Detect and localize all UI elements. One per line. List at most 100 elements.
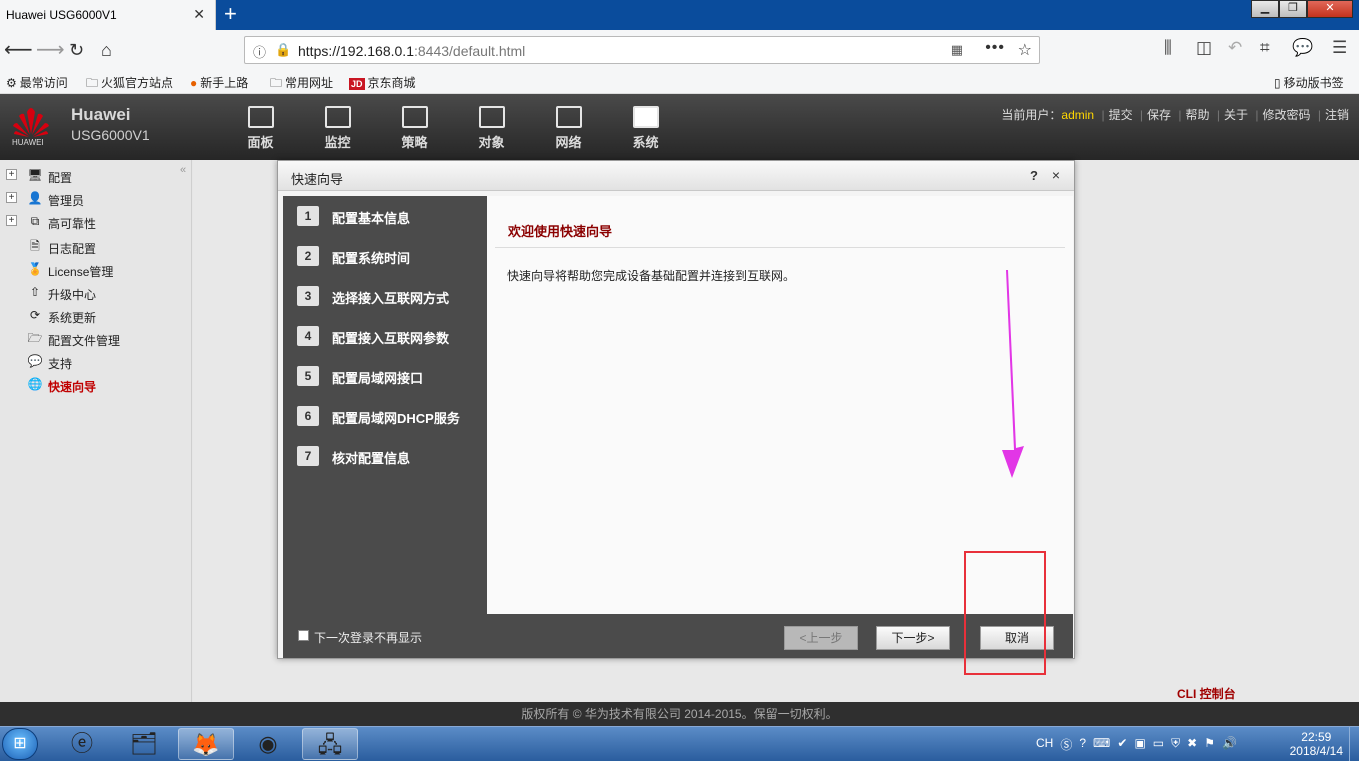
library-icon[interactable]: ⫼ [1164,38,1172,58]
cli-console-link[interactable]: CLI 控制台 [1177,685,1236,702]
browser-tab[interactable]: Huawei USG6000V1 ✕ [0,0,216,30]
bookmark-jd[interactable]: JD 京东商城 [349,74,416,91]
keyboard-icon[interactable]: ⌨ [1093,736,1110,753]
nav-policy[interactable]: 策略 [376,106,453,151]
screenshot-icon[interactable]: ⌗ [1260,38,1270,58]
show-desktop-button[interactable] [1349,727,1359,761]
sidebar-item-label: 升级中心 [48,288,97,302]
back-icon[interactable]: ⟵ [4,38,33,62]
reload-icon[interactable]: ↻ [69,38,84,62]
bookmark-star-icon[interactable]: ☆ [1018,40,1032,60]
next-button[interactable]: 下一步> [876,626,950,650]
admin-icon: 👤 [27,191,43,205]
main-nav: 面板 监控 策略 对象 网络 系统 [222,106,684,151]
maximize-icon[interactable]: ❐ [1279,0,1307,18]
chrome-icon[interactable]: ◉ [240,728,296,760]
menu-icon[interactable]: ☰ [1332,38,1347,58]
dont-show-checkbox[interactable] [298,630,309,641]
bookmark-label: 移动版书签 [1283,76,1344,90]
window-close-icon[interactable]: ✕ [1307,0,1353,18]
home-icon[interactable]: ⌂ [101,38,112,62]
collapse-sidebar-icon[interactable]: « [180,164,186,176]
firefox-taskbar-icon[interactable]: 🦊 [178,728,234,760]
logout-link[interactable]: 注销 [1325,108,1349,122]
help-tray-icon[interactable]: ? [1079,736,1086,753]
monitor-tray-icon[interactable]: ▭ [1153,736,1164,753]
folder-icon: 🗀 [86,76,99,90]
update-icon: ⟳ [29,308,41,322]
license-icon: 🏅 [27,262,43,276]
expand-icon[interactable]: + [6,215,17,226]
network-tool-icon[interactable]: 🖧 [302,728,358,760]
ie-icon[interactable]: ⓔ [54,728,110,760]
page-actions-icon[interactable]: ••• [985,39,1005,57]
submit-link[interactable]: 提交 [1109,108,1133,122]
shield-icon[interactable]: ⛨ [1171,736,1180,753]
bookmark-common-sites[interactable]: 🗀 常用网址 [270,74,333,95]
help-link[interactable]: 帮助 [1186,108,1210,122]
change-password-link[interactable]: 修改密码 [1263,108,1311,122]
nav-dashboard[interactable]: 面板 [222,106,299,151]
flag-icon[interactable]: ⚑ [1204,736,1215,753]
new-tab-icon[interactable]: + [224,2,237,26]
log-icon: 🗎 [30,239,40,253]
wizard-step: 6 配置局域网DHCP服务 [283,396,487,436]
help-icon[interactable]: ? [1030,168,1038,183]
clock[interactable]: 22:59 2018/4/14 [1290,730,1343,758]
file-explorer-icon[interactable]: 🗂 [116,728,172,760]
nav-monitor[interactable]: 监控 [299,106,376,151]
step-number: 6 [297,406,319,426]
wizard-step: 7 核对配置信息 [283,436,487,476]
undo-close-icon[interactable]: ↶ [1228,38,1242,58]
url-host: https://192.168.0.1 [298,43,414,59]
save-link[interactable]: 保存 [1147,108,1171,122]
step-number: 7 [297,446,319,466]
url-text[interactable]: https://192.168.0.1:8443/default.html [298,43,525,59]
qr-code-icon[interactable]: ▦ [951,42,963,58]
expand-icon[interactable]: + [6,192,17,203]
sidebar: « + 🖥 配置 + 👤 管理员 + ⧉ 高可靠性 🗎 日志配置 🏅 License管理 ⇧ 升级… [0,160,192,702]
browser-nav-bar: ⟵ ⟶ ↻ ⌂ ⓘ 🔒 https://192.168.0.1:8443/def… [0,30,1359,70]
sidebar-item-label: 支持 [48,357,73,371]
window-controls: ▁ ❐ ✕ [1251,0,1353,18]
step-label: 配置接入互联网参数 [332,331,450,346]
about-link[interactable]: 关于 [1224,108,1248,122]
lock-warning-icon[interactable]: 🔒 [275,42,291,58]
network-error-icon[interactable]: ✖ [1187,736,1197,753]
logo-text: HUAWEI [12,138,44,147]
nav-label: 网络 [555,135,582,150]
dont-show-label: 下一次登录不再显示 [314,631,423,645]
config-icon: 🖥 [27,168,43,182]
tray-app-icon[interactable]: ▣ [1134,736,1145,753]
tab-close-icon[interactable]: ✕ [193,6,205,23]
info-icon[interactable]: ⓘ [253,42,266,61]
bookmark-firefox-site[interactable]: 🗀 火狐官方站点 [86,74,173,95]
minimize-icon[interactable]: ▁ [1251,0,1279,18]
dialog-title-bar[interactable]: 快速向导 ? × [278,161,1074,191]
url-bar[interactable]: ⓘ 🔒 https://192.168.0.1:8443/default.htm… [244,36,1040,64]
nav-object[interactable]: 对象 [453,106,530,151]
nav-network[interactable]: 网络 [530,106,607,151]
sidebar-toggle-icon[interactable]: ◫ [1196,38,1212,58]
sogou-icon[interactable]: Ⓢ [1060,736,1072,753]
nav-label: 面板 [247,135,274,150]
expand-icon[interactable]: + [6,169,17,180]
mobile-bookmarks[interactable]: ▯ 移动版书签 [1274,74,1344,91]
forward-icon[interactable]: ⟶ [36,38,65,62]
wizard-globe-icon: 🌐 [27,377,43,391]
start-button[interactable]: ⊞ [2,728,38,760]
app-header: HUAWEI Huawei USG6000V1 面板 监控 策略 对象 网络 系… [0,94,1359,160]
prev-button[interactable]: <上一步 [784,626,858,650]
bookmark-most-visited[interactable]: ⚙ 最常访问 [6,74,68,91]
nav-system[interactable]: 系统 [607,106,684,151]
sidebar-item-label: 日志配置 [48,242,97,256]
chat-icon[interactable]: 💬 [1292,38,1313,58]
volume-icon[interactable]: 🔊 [1222,736,1237,753]
sidebar-item-label: 快速向导 [48,380,97,394]
language-indicator[interactable]: CH [1036,736,1053,753]
close-icon[interactable]: × [1052,167,1060,183]
bookmark-getting-started[interactable]: ● 新手上路 [190,74,248,91]
security-icon[interactable]: ✔ [1117,736,1127,753]
bookmark-label: 最常访问 [19,76,68,90]
dialog-title: 快速向导 [291,172,344,187]
